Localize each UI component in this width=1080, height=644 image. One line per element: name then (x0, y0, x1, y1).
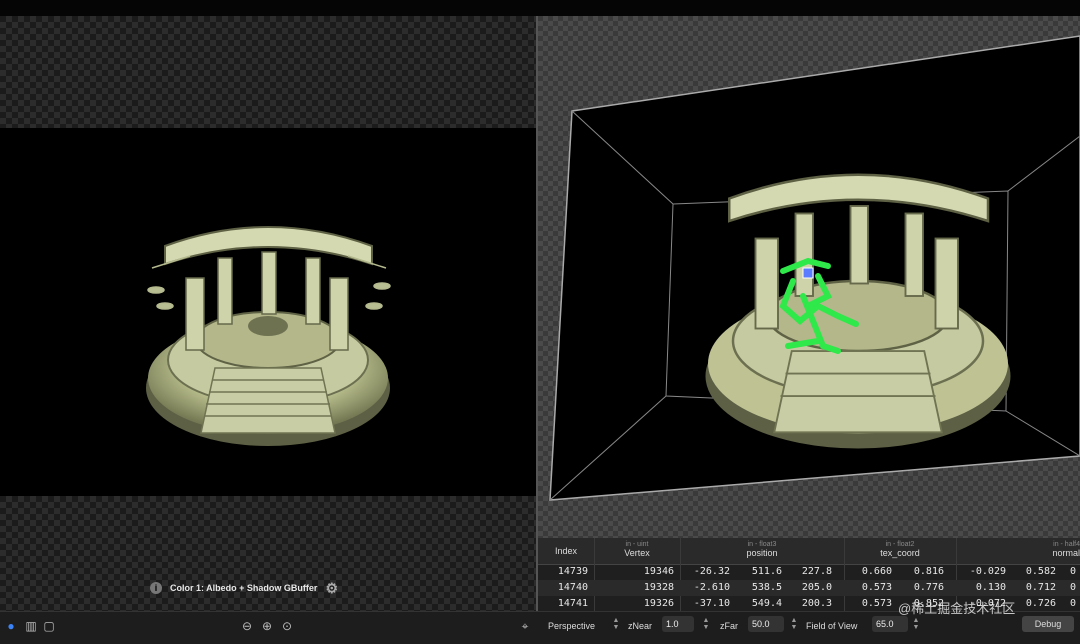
cell-position-z: 200.3 (801, 598, 832, 609)
cell-position-y: 538.5 (751, 582, 782, 593)
zfar-field[interactable]: 50.0 (748, 616, 784, 632)
cell-index: 14739 (557, 566, 588, 577)
cell-tex-u: 0.573 (861, 582, 892, 593)
column-header-vertex[interactable]: in - uint Vertex (594, 538, 680, 558)
attachment-selector[interactable]: i Color 1: Albedo + Shadow GBuffer ⚙ (150, 577, 390, 599)
cell-tex-v: 0.816 (913, 566, 944, 577)
crosshair-icon[interactable]: ⌖ (518, 619, 532, 633)
znear-stepper-icon[interactable]: ▲ ▼ (702, 617, 710, 631)
transparency-checker-top (0, 16, 538, 128)
temple-model-render (146, 226, 391, 446)
display-icon[interactable]: ▢ (42, 619, 56, 633)
fov-stepper-icon[interactable]: ▲ ▼ (912, 617, 920, 631)
cell-position-x: -2.610 (693, 582, 730, 593)
fov-field[interactable]: 65.0 (872, 616, 908, 632)
cell-position-x: -37.10 (693, 598, 730, 609)
table-row[interactable]: 14740 19328 -2.610 538.5 205.0 0.573 0.7… (538, 580, 1080, 596)
column-header-tex-coord[interactable]: in - float2 tex_coord (844, 538, 956, 558)
cell-vertex: 19326 (643, 598, 674, 609)
projection-stepper-icon[interactable]: ▲ ▼ (612, 617, 620, 631)
cell-normal-y: 0.712 (1025, 582, 1056, 593)
column-header-position[interactable]: in - float3 position (680, 538, 844, 558)
cell-vertex: 19346 (643, 566, 674, 577)
column-header-normal[interactable]: in - half4 normal (956, 538, 1080, 558)
viewer-toolbar: ● ▥ ▢ ⊖ ⊕ ⊙ ⌖ (0, 611, 538, 644)
cell-tex-u: 0.660 (861, 566, 892, 577)
zoom-fit-icon[interactable]: ⊙ (280, 619, 294, 633)
cell-index: 14740 (557, 582, 588, 593)
column-header-index[interactable]: Index (538, 538, 594, 556)
projection-select[interactable]: Perspective (548, 621, 595, 631)
attachment-label[interactable]: Color 1: Albedo + Shadow GBuffer (170, 583, 317, 593)
cell-normal-z: 0 (1069, 566, 1076, 577)
zoom-out-icon[interactable]: ⊖ (240, 619, 254, 633)
layers-icon[interactable]: ▥ (24, 619, 38, 633)
cell-normal-z: 0 (1069, 582, 1076, 593)
debug-button[interactable]: Debug (1022, 616, 1074, 632)
gear-icon[interactable]: ⚙ (325, 580, 338, 597)
zoom-in-icon[interactable]: ⊕ (260, 619, 274, 633)
cell-tex-u: 0.573 (861, 598, 892, 609)
zfar-stepper-icon[interactable]: ▲ ▼ (790, 617, 798, 631)
render-viewport[interactable] (0, 128, 538, 496)
attachment-viewer[interactable] (0, 16, 538, 611)
cell-normal-z: 0 (1069, 598, 1076, 609)
cell-normal-x: 0.130 (975, 582, 1006, 593)
capture-icon[interactable]: ● (4, 619, 18, 633)
table-header: Index in - uint Vertex in - float3 posit… (538, 538, 1080, 565)
cell-tex-v: 0.776 (913, 582, 944, 593)
cell-normal-y: 0.582 (1025, 566, 1056, 577)
zfar-label: zFar (720, 621, 738, 631)
cell-position-x: -26.32 (693, 566, 730, 577)
table-row[interactable]: 14739 19346 -26.32 511.6 227.8 0.660 0.8… (538, 564, 1080, 580)
watermark: @稀土掘金技术社区 (898, 601, 1016, 616)
cell-position-y: 511.6 (751, 566, 782, 577)
geometry-viewer[interactable] (538, 16, 1080, 538)
window-top-bar (0, 0, 1080, 16)
znear-label: zNear (628, 621, 653, 631)
cell-position-y: 549.4 (751, 598, 782, 609)
cell-position-z: 227.8 (801, 566, 832, 577)
cell-normal-x: -0.029 (969, 566, 1006, 577)
fov-label: Field of View (806, 621, 858, 631)
cell-vertex: 19328 (643, 582, 674, 593)
cell-position-z: 205.0 (801, 582, 832, 593)
info-icon[interactable]: i (150, 582, 162, 594)
geometry-3d-view[interactable] (538, 16, 1080, 538)
cell-index: 14741 (557, 598, 588, 609)
znear-field[interactable]: 1.0 (662, 616, 694, 632)
